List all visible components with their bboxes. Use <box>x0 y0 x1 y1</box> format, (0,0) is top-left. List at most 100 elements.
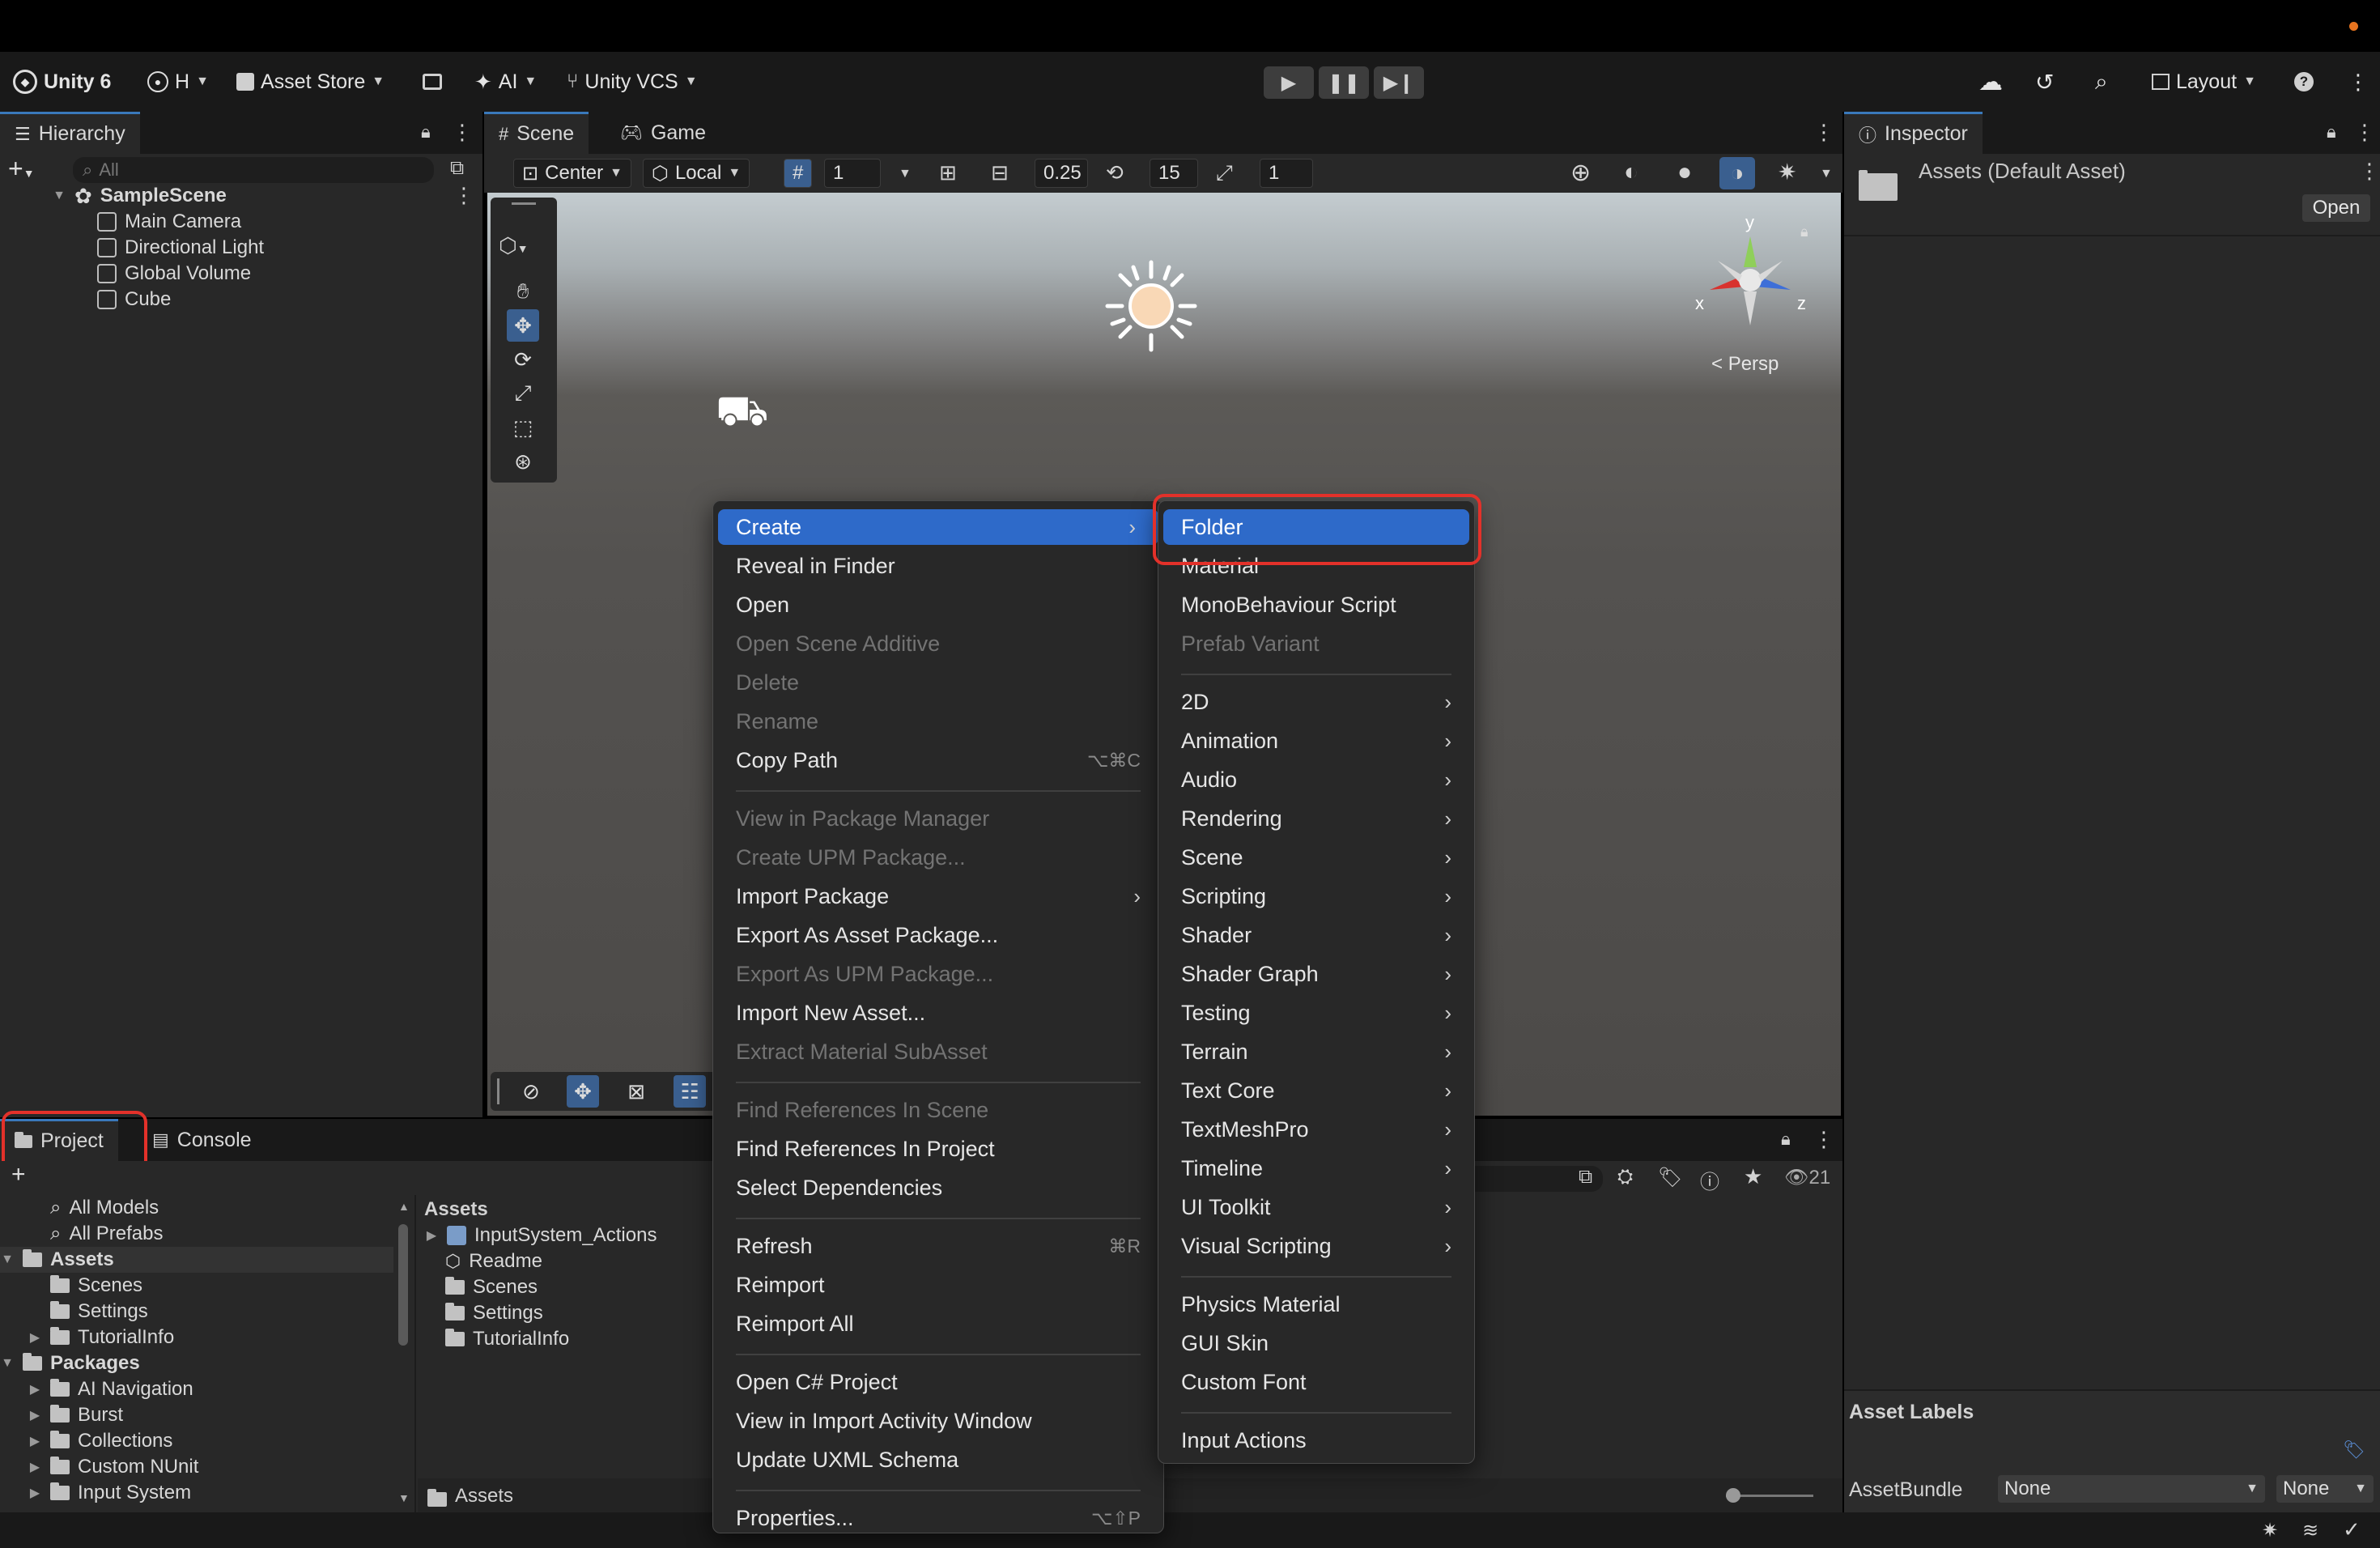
context-menu-item-reimport-all[interactable]: Reimport All <box>713 1306 1163 1342</box>
asset-item[interactable]: ⬡ Readme <box>445 1248 542 1274</box>
package-manager-button[interactable] <box>423 52 442 112</box>
scale-tool-button[interactable]: ⤢ <box>507 377 539 410</box>
hidden-count[interactable]: 👁︎21 <box>1784 1166 1830 1189</box>
step-button[interactable]: ▶❙ <box>1374 66 1424 99</box>
more-vertical-icon[interactable]: ⋮ <box>453 183 474 208</box>
create-submenu-item-2d[interactable]: 2D › <box>1158 684 1474 720</box>
space-dropdown[interactable]: ⬡ Local ▼ <box>643 159 750 188</box>
cube-menu-icon[interactable]: ⬡▼ <box>499 233 529 258</box>
context-menu-item-properties[interactable]: Properties... ⌥⇧P <box>713 1500 1163 1536</box>
create-submenu-item-visual-scripting[interactable]: Visual Scripting › <box>1158 1228 1474 1264</box>
tree-item-assets[interactable]: ▼ Assets <box>0 1247 393 1273</box>
camera-gizmo-icon[interactable]: ⛟ <box>716 387 768 441</box>
create-submenu-item-text-core[interactable]: Text Core › <box>1158 1073 1474 1108</box>
directional-light-gizmo[interactable] <box>1103 257 1200 355</box>
create-submenu-item-scripting[interactable]: Scripting › <box>1158 878 1474 914</box>
create-submenu-item-scene[interactable]: Scene › <box>1158 840 1474 875</box>
more-vertical-icon[interactable]: ⋮ <box>1813 1127 1834 1152</box>
draw-mode-icon[interactable]: ◑ <box>1719 157 1755 189</box>
breadcrumb[interactable]: Assets <box>455 1485 513 1508</box>
tree-item[interactable]: ▶ Collections <box>28 1428 173 1454</box>
create-submenu-item-testing[interactable]: Testing › <box>1158 995 1474 1031</box>
hierarchy-item[interactable]: Global Volume <box>97 261 251 287</box>
context-menu-item-copy-path[interactable]: Copy Path ⌥⌘C <box>713 742 1163 778</box>
context-menu-item-select-dependencies[interactable]: Select Dependencies <box>713 1170 1163 1206</box>
warning-icon[interactable]: ⓘ <box>1700 1166 1719 1194</box>
fit-icon[interactable]: ⊠ <box>620 1075 652 1108</box>
more-vertical-icon[interactable]: ⋮ <box>1813 120 1834 145</box>
create-submenu-item-audio[interactable]: Audio › <box>1158 762 1474 797</box>
gizmos-icon[interactable]: ✷ <box>1778 159 1796 185</box>
star-icon[interactable]: ★ <box>1744 1164 1762 1189</box>
create-submenu-item-monobehaviour-script[interactable]: MonoBehaviour Script <box>1158 587 1474 623</box>
search-by-type-icon[interactable]: ⧉ <box>1579 1166 1592 1189</box>
pivot-dropdown[interactable]: ⊡ Center ▼ <box>513 159 631 188</box>
layout-dropdown[interactable]: Layout ▼ <box>2152 52 2256 112</box>
ai-dropdown[interactable]: ✦ AI ▼ <box>474 52 537 112</box>
toolbar-more-button[interactable]: ⋮ <box>2348 52 2369 112</box>
debug-icon[interactable]: ✷ <box>2262 1519 2278 1542</box>
history-button[interactable]: ↺ <box>2035 52 2054 112</box>
context-menu-item-update-uxml-schema[interactable]: Update UXML Schema <box>713 1442 1163 1478</box>
tag-icon[interactable]: 🏷︎ <box>2343 1440 2365 1461</box>
asset-item[interactable]: Settings <box>445 1300 543 1326</box>
navigate-icon[interactable]: ⊘ <box>515 1075 547 1108</box>
context-menu-item-open-c-project[interactable]: Open C# Project <box>713 1364 1163 1400</box>
account-dropdown[interactable]: ● H ▼ <box>147 52 209 112</box>
shading-mode-icon[interactable]: ◐ <box>1624 159 1638 186</box>
create-submenu-item-rendering[interactable]: Rendering › <box>1158 801 1474 836</box>
rotate-snap-field[interactable]: 15 <box>1150 159 1198 188</box>
tree-item-packages[interactable]: ▼ Packages <box>0 1350 140 1376</box>
drag-handle-icon[interactable] <box>497 1078 499 1104</box>
drag-handle-icon[interactable] <box>512 202 536 205</box>
context-menu-item-reimport[interactable]: Reimport <box>713 1267 1163 1303</box>
move-icon[interactable]: ✥ <box>567 1075 599 1108</box>
open-button[interactable]: Open <box>2302 194 2370 222</box>
assetbundle-dropdown[interactable]: None ▼ <box>1998 1475 2265 1503</box>
tab-inspector[interactable]: ⓘ Inspector <box>1844 112 1983 154</box>
help-button[interactable]: ? <box>2294 52 2314 112</box>
chevron-down-icon[interactable]: ▼ <box>899 167 912 181</box>
tab-hierarchy[interactable]: ☰ Hierarchy <box>0 112 140 154</box>
tab-scene[interactable]: # Scene <box>484 112 589 154</box>
increment-snap-icon[interactable]: ⊟ <box>991 160 1009 185</box>
pause-button[interactable]: ❚❚ <box>1319 66 1369 99</box>
context-menu-item-import-new-asset[interactable]: Import New Asset... <box>713 995 1163 1031</box>
cache-icon[interactable]: ≋ <box>2302 1519 2318 1542</box>
scroll-up-icon[interactable]: ▲ <box>398 1200 410 1213</box>
hierarchy-item[interactable]: Directional Light <box>97 235 264 261</box>
tree-item[interactable]: ▶ AI Navigation <box>28 1376 193 1402</box>
chevron-down-icon[interactable]: ▼ <box>1820 167 1833 181</box>
context-menu-item-import-package[interactable]: Import Package › <box>713 878 1163 914</box>
lock-icon[interactable]: 🔒︎ <box>2327 121 2336 142</box>
asset-item[interactable]: ▶ InputSystem_Actions <box>424 1223 657 1248</box>
hierarchy-add-button[interactable]: +▼ <box>8 154 35 186</box>
asset-item[interactable]: Scenes <box>445 1274 538 1300</box>
context-menu-item-reveal-in-finder[interactable]: Reveal in Finder <box>713 548 1163 584</box>
create-submenu-item-timeline[interactable]: Timeline › <box>1158 1150 1474 1186</box>
scale-snap-field[interactable]: 1 <box>1260 159 1313 188</box>
lock-icon[interactable]: 🔒︎ <box>1781 1129 1791 1150</box>
axis-gizmo[interactable]: y x z <box>1685 212 1815 342</box>
create-submenu-item-custom-font[interactable]: Custom Font <box>1158 1364 1474 1400</box>
scene-visibility-icon[interactable]: ⧉ <box>450 157 464 180</box>
variant-dropdown[interactable]: None ▼ <box>2276 1475 2374 1503</box>
scrollbar-thumb[interactable] <box>398 1224 408 1346</box>
scene-row[interactable]: ▼ ✿ SampleScene <box>52 183 227 209</box>
unity-menu-button[interactable]: ◆ Unity 6 <box>13 52 111 112</box>
rect-tool-button[interactable]: ⬚ <box>507 411 539 444</box>
project-add-button[interactable]: + <box>11 1161 26 1189</box>
asset-item[interactable]: TutorialInfo <box>445 1326 569 1352</box>
create-submenu-item-animation[interactable]: Animation › <box>1158 723 1474 759</box>
favorite-item[interactable]: ⌕ All Prefabs <box>50 1221 164 1247</box>
rotate-snap-icon[interactable]: ⟲ <box>1106 160 1124 185</box>
slider-thumb[interactable] <box>1726 1488 1740 1503</box>
more-vertical-icon[interactable]: ⋮ <box>452 120 473 145</box>
context-menu-item-refresh[interactable]: Refresh ⌘R <box>713 1228 1163 1264</box>
create-submenu-item-terrain[interactable]: Terrain › <box>1158 1034 1474 1070</box>
context-menu-item-view-in-import-activity-window[interactable]: View in Import Activity Window <box>713 1403 1163 1439</box>
icon-size-slider[interactable] <box>1726 1488 1813 1503</box>
orientation-gizmo-icon[interactable]: ⊕ <box>1570 159 1591 187</box>
grid-toggle[interactable]: # <box>784 159 813 188</box>
scale-snap-icon[interactable]: ⤢ <box>1216 160 1233 186</box>
